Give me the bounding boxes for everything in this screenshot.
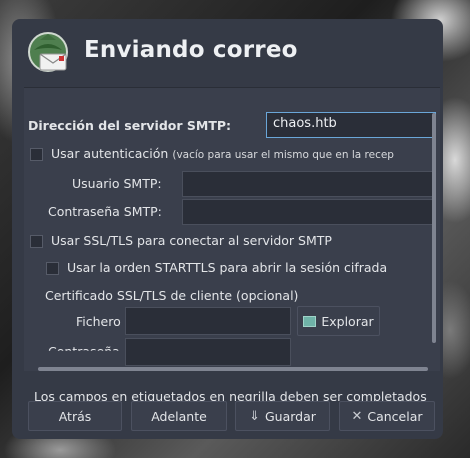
smtp-password-input[interactable] (182, 199, 436, 225)
use-auth-row: Usar autenticación (vacío para usar el m… (51, 146, 394, 161)
client-cert-label: Certificado SSL/TLS de cliente (opcional… (45, 288, 299, 303)
vertical-scrollbar[interactable] (432, 113, 438, 343)
smtp-user-input[interactable] (182, 171, 436, 197)
cancel-button[interactable]: ✕ Cancelar (339, 401, 435, 431)
use-auth-hint: (vacío para usar el mismo que en la rece… (172, 149, 394, 161)
next-label: Adelante (151, 408, 207, 424)
close-icon: ✕ (351, 408, 363, 424)
password-label-partial: Contraseña (48, 344, 120, 359)
mail-logo-icon (28, 32, 68, 72)
starttls-checkbox[interactable] (46, 262, 59, 275)
smtp-user-label: Usuario SMTP: (72, 176, 162, 191)
use-auth-label: Usar autenticación (51, 146, 169, 161)
dialog-title: Enviando correo (84, 37, 298, 63)
use-auth-checkbox[interactable] (30, 148, 43, 161)
sending-mail-dialog: Enviando correo Dirección del servidor S… (12, 19, 443, 439)
cancel-label: Cancelar (367, 408, 423, 424)
file-input[interactable] (125, 307, 291, 335)
vertical-scroll-thumb[interactable] (432, 113, 436, 343)
horizontal-scroll-thumb[interactable] (38, 367, 428, 371)
save-label: Guardar (264, 408, 316, 424)
smtp-settings-panel: Dirección del servidor SMTP: chaos.htb U… (24, 87, 440, 371)
smtp-server-input[interactable]: chaos.htb (266, 112, 436, 138)
cert-password-input[interactable] (125, 338, 291, 366)
save-button[interactable]: ⇓ Guardar (235, 401, 330, 431)
file-label: Fichero (76, 314, 121, 329)
ssl-checkbox[interactable] (30, 235, 43, 248)
starttls-label: Usar la orden STARTTLS para abrir la ses… (67, 260, 388, 275)
back-button[interactable]: Atrás (28, 401, 122, 431)
smtp-password-label: Contraseña SMTP: (48, 204, 162, 219)
smtp-server-label: Dirección del servidor SMTP: (28, 118, 232, 133)
horizontal-scrollbar[interactable] (38, 367, 428, 372)
browse-button[interactable]: Explorar (297, 306, 380, 336)
download-icon: ⇓ (249, 408, 260, 424)
next-button[interactable]: Adelante (131, 401, 227, 431)
browse-label: Explorar (321, 313, 374, 329)
back-label: Atrás (58, 408, 92, 424)
ssl-label: Usar SSL/TLS para conectar al servidor S… (51, 233, 332, 248)
folder-icon (303, 315, 317, 327)
